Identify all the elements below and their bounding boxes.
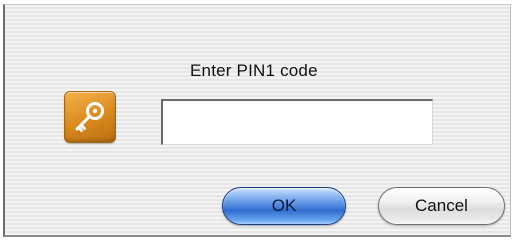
key-icon (64, 91, 116, 143)
cancel-button[interactable]: Cancel (378, 187, 505, 225)
pin-input[interactable] (161, 99, 433, 145)
ok-button[interactable]: OK (222, 187, 346, 225)
pin-dialog: Enter PIN1 code OK Cancel (3, 4, 511, 237)
pin-prompt-label: Enter PIN1 code (190, 61, 318, 80)
